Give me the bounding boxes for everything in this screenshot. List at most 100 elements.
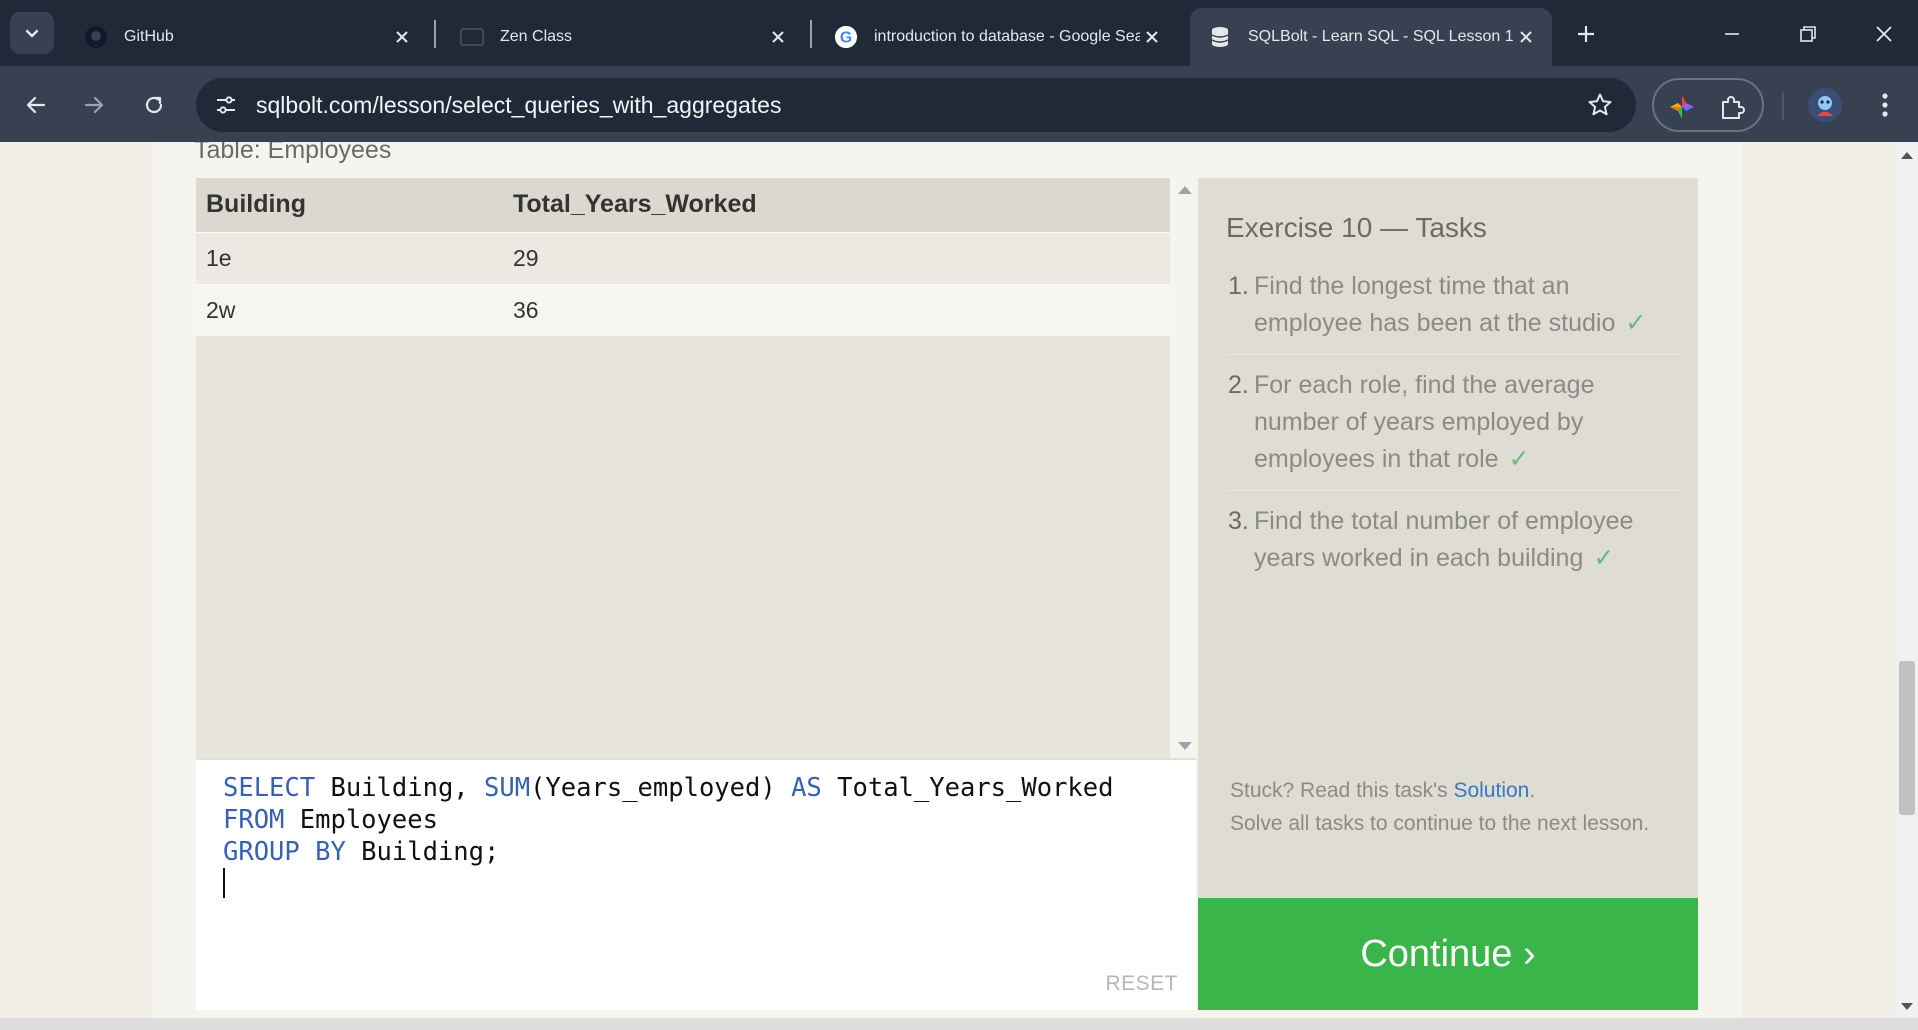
task-text: Find the total number of employee years … (1254, 507, 1634, 572)
checkmark-icon: ✓ (1593, 544, 1615, 572)
continue-button[interactable]: Continue › (1198, 898, 1698, 1010)
code-line: GROUP BY Building; (223, 836, 1114, 868)
puzzle-extensions-icon[interactable] (1716, 91, 1748, 123)
url-text: sqlbolt.com/lesson/select_queries_with_a… (256, 92, 782, 118)
sql-token: (Years_employed) (530, 773, 792, 803)
back-button[interactable] (16, 85, 56, 125)
scrollbar-thumb[interactable] (1899, 661, 1915, 815)
github-icon (84, 25, 108, 49)
table-row: 2w 36 (196, 283, 1170, 336)
toolbar-divider (1782, 92, 1784, 120)
scroll-up-arrow-icon[interactable] (1901, 152, 1913, 159)
restore-button[interactable] (1788, 14, 1828, 54)
address-bar[interactable]: sqlbolt.com/lesson/select_queries_with_a… (196, 78, 1636, 132)
close-icon[interactable] (1514, 25, 1538, 49)
tab-title: introduction to database - Google Sear (874, 28, 1140, 45)
svg-text:G: G (840, 30, 852, 47)
task-text: For each role, find the average number o… (1254, 371, 1595, 473)
sql-token: Building; (345, 837, 500, 867)
close-icon[interactable] (766, 25, 790, 49)
database-icon (1208, 25, 1232, 49)
page-viewport: Table: Employees Building Total_Years_Wo… (0, 142, 1896, 1018)
tab-zen-class[interactable]: Zen Class (442, 8, 804, 66)
stuck-prefix: Stuck? Read this task's (1230, 779, 1454, 802)
checkmark-icon: ✓ (1508, 445, 1530, 473)
reload-icon (145, 96, 163, 114)
result-table: Building Total_Years_Worked 1e 29 2w 36 (196, 178, 1170, 336)
sql-keyword: GROUP BY (223, 837, 346, 867)
checkmark-icon: ✓ (1625, 309, 1647, 337)
tab-separator (810, 20, 812, 48)
plus-icon (1578, 26, 1594, 42)
restore-icon (1800, 26, 1816, 42)
taskbar-edge (0, 1018, 1918, 1030)
tab-title: GitHub (124, 28, 174, 45)
tab-title: SQLBolt - Learn SQL - SQL Lesson 10: Q (1248, 28, 1514, 45)
new-tab-button[interactable] (1570, 18, 1602, 50)
chevron-down-icon (25, 29, 39, 38)
task-text: Find the longest time that an employee h… (1254, 272, 1616, 337)
tab-google-search[interactable]: G introduction to database - Google Sear (816, 8, 1178, 66)
tab-title: Zen Class (500, 28, 573, 45)
tab-github[interactable]: GitHub (66, 8, 428, 66)
tab-sqlbolt[interactable]: SQLBolt - Learn SQL - SQL Lesson 10: Q (1190, 8, 1552, 66)
task-number: 3. (1228, 507, 1249, 535)
table-header-row: Building Total_Years_Worked (196, 178, 1170, 232)
lesson-panel: Table: Employees Building Total_Years_Wo… (152, 142, 1742, 1018)
solve-note: Solve all tasks to continue to the next … (1230, 812, 1650, 835)
task-number: 2. (1228, 371, 1249, 399)
extensions-group (1652, 78, 1764, 132)
zen-class-icon (460, 25, 484, 49)
scroll-down-arrow-icon[interactable] (1178, 742, 1192, 750)
scroll-down-arrow-icon[interactable] (1901, 1003, 1913, 1010)
sql-keyword: SUM (484, 773, 531, 803)
page-scrollbar[interactable] (1896, 142, 1918, 1018)
avatar-icon (1817, 96, 1833, 116)
table-caption: Table: Employees (194, 142, 392, 164)
close-icon[interactable] (1140, 25, 1164, 49)
arrow-left-icon (26, 96, 46, 114)
reset-button[interactable]: RESET (1105, 972, 1178, 996)
sql-token: Building, (315, 773, 485, 803)
close-icon[interactable] (390, 25, 414, 49)
stuck-suffix: . (1529, 779, 1536, 802)
solution-link[interactable]: Solution (1453, 779, 1529, 802)
tasks-panel: Exercise 10 — Tasks 1. Find the longest … (1198, 178, 1698, 898)
browser-menu-button[interactable] (1870, 88, 1900, 122)
result-scrollbar[interactable] (1172, 178, 1196, 758)
sql-keyword: SELECT (223, 773, 316, 803)
sql-editor[interactable]: SELECT Building, SUM(Years_employed) AS … (196, 758, 1196, 1010)
window-close-button[interactable] (1864, 14, 1904, 54)
close-icon (1876, 26, 1892, 42)
tab-strip: GitHub Zen Class G introduction to datab… (0, 0, 1918, 66)
help-text: Stuck? Read this task's Solution. Solve … (1230, 774, 1670, 840)
site-settings-icon[interactable] (210, 89, 242, 121)
code-line: SELECT Building, SUM(Years_employed) AS … (223, 772, 1114, 804)
sql-keyword: AS (791, 773, 822, 803)
code-line: FROM Employees (223, 804, 1114, 836)
table-cell: 1e (196, 231, 503, 284)
bookmark-star-icon[interactable] (1586, 91, 1614, 119)
text-caret (223, 868, 225, 898)
scroll-up-arrow-icon[interactable] (1178, 186, 1192, 194)
minimize-button[interactable] (1712, 14, 1752, 54)
minimize-icon (1725, 33, 1739, 35)
task-item: 3. Find the total number of employee yea… (1228, 503, 1682, 589)
profile-avatar[interactable] (1808, 88, 1842, 122)
reload-button[interactable] (134, 85, 174, 125)
tab-search-button[interactable] (10, 12, 54, 54)
sql-token: Employees (284, 805, 438, 835)
task-item: 2. For each role, find the average numbe… (1228, 367, 1682, 491)
column-header: Total_Years_Worked (503, 178, 1170, 232)
more-vertical-icon (1882, 93, 1888, 117)
browser-toolbar: sqlbolt.com/lesson/select_queries_with_a… (0, 66, 1918, 142)
arrow-right-icon (84, 96, 104, 114)
table-cell: 29 (503, 231, 1170, 284)
query-result-pane: Building Total_Years_Worked 1e 29 2w 36 (196, 178, 1170, 758)
forward-button[interactable] (74, 85, 114, 125)
table-row: 1e 29 (196, 231, 1170, 284)
task-number: 1. (1228, 272, 1249, 300)
google-icon: G (834, 25, 858, 49)
color-picker-extension-icon[interactable] (1666, 91, 1698, 123)
tab-separator (434, 20, 436, 48)
